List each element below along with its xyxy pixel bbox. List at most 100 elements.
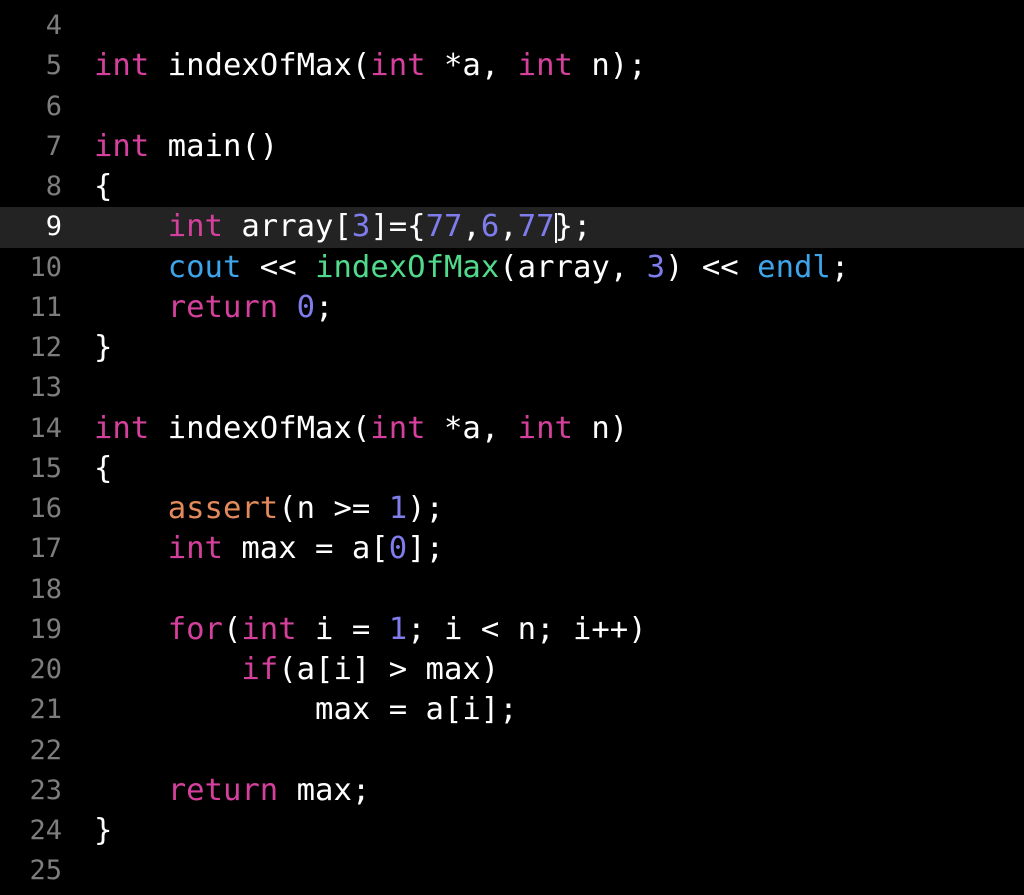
code-line[interactable]: 4	[0, 6, 1024, 46]
code-text: i =	[296, 611, 389, 647]
line-number: 16	[29, 493, 62, 524]
code-text: indexOfMax(	[149, 410, 371, 446]
number-token: 3	[646, 249, 666, 285]
keyword-token: int	[167, 531, 223, 567]
line-number: 18	[29, 573, 62, 605]
system-identifier-token: endl	[757, 249, 831, 285]
code-text: ; i < n; i++)	[407, 611, 647, 647]
line-code[interactable]: int indexOfMax(int *a, int n)	[94, 409, 628, 449]
line-number: 17	[29, 533, 62, 565]
number-token: 0	[388, 531, 408, 567]
line-code[interactable]: }	[94, 811, 112, 851]
code-text: max = a[i];	[94, 692, 518, 728]
line-code[interactable]: if(a[i] > max)	[94, 650, 499, 690]
line-number: 4	[45, 10, 62, 41]
code-line[interactable]: 8{	[0, 167, 1024, 207]
macro-token: assert	[167, 491, 279, 526]
line-code[interactable]: {	[94, 449, 112, 489]
code-line[interactable]: 9 int array[3]={77,6,77};	[0, 207, 1024, 248]
keyword-token: return	[167, 772, 279, 808]
line-code[interactable]: int indexOfMax(int *a, int n);	[94, 46, 647, 86]
code-line[interactable]: 21 max = a[i];	[0, 690, 1024, 730]
code-line[interactable]: 18	[0, 570, 1024, 610]
line-number: 21	[29, 694, 62, 726]
code-text: indexOfMax(	[149, 48, 371, 84]
keyword-token: int	[517, 410, 573, 446]
keyword-token: int	[370, 410, 426, 446]
code-line[interactable]: 22	[0, 731, 1024, 771]
code-text: }	[94, 330, 113, 365]
function-call-token: indexOfMax	[315, 249, 500, 285]
line-code[interactable]: return max;	[94, 771, 371, 811]
code-line[interactable]: 20 if(a[i] > max)	[0, 650, 1024, 690]
code-line[interactable]: 16 assert(n >= 1);	[0, 489, 1024, 529]
keyword-token: int	[241, 611, 297, 647]
keyword-token: int	[167, 209, 223, 245]
code-editor[interactable]: 4 5 int indexOfMax(int *a, int n); 6 7 int ma…	[0, 6, 1024, 892]
system-identifier-token: cout	[167, 249, 242, 285]
code-line[interactable]: 13	[0, 368, 1024, 408]
code-text: ,	[499, 209, 518, 245]
keyword-token: int	[94, 410, 150, 446]
code-line[interactable]: 5 int indexOfMax(int *a, int n);	[0, 46, 1024, 86]
code-text: max = a[	[222, 531, 389, 567]
code-text: array[	[222, 209, 352, 245]
line-code[interactable]: for(int i = 1; i < n; i++)	[94, 610, 647, 650]
number-token: 6	[480, 209, 500, 245]
code-line[interactable]: 11 return 0;	[0, 288, 1024, 328]
line-number: 15	[29, 452, 62, 484]
code-line[interactable]: 6	[0, 87, 1024, 127]
code-text: {	[94, 169, 113, 204]
keyword-token: return	[167, 289, 279, 325]
code-text: <<	[241, 249, 316, 285]
code-text: ) <<	[665, 249, 758, 285]
code-text: (array,	[499, 249, 647, 285]
line-number: 12	[29, 332, 62, 363]
code-text: ,	[462, 209, 481, 245]
line-code[interactable]: int array[3]={77,6,77};	[94, 207, 592, 247]
code-line[interactable]: 19 for(int i = 1; i < n; i++)	[0, 610, 1024, 650]
line-number: 25	[29, 855, 62, 887]
number-token: 1	[388, 611, 408, 647]
line-code[interactable]: cout << indexOfMax(array, 3) << endl;	[94, 248, 850, 288]
keyword-token: int	[94, 128, 150, 164]
code-text: };	[554, 209, 592, 245]
code-line[interactable]: 7 int main()	[0, 127, 1024, 167]
number-token: 77	[425, 209, 463, 245]
code-line[interactable]: 12}	[0, 328, 1024, 368]
line-number: 14	[29, 412, 62, 444]
code-text: n);	[572, 48, 647, 84]
line-number: 19	[29, 613, 62, 645]
line-code[interactable]: int main()	[94, 127, 278, 167]
line-code[interactable]: max = a[i];	[94, 690, 518, 730]
code-text: {	[94, 450, 113, 486]
code-line[interactable]: 23 return max;	[0, 771, 1024, 811]
code-text: max;	[278, 772, 371, 808]
line-code[interactable]: int max = a[0];	[94, 529, 444, 569]
code-line[interactable]: 14 int indexOfMax(int *a, int n)	[0, 409, 1024, 449]
code-line[interactable]: 10 cout << indexOfMax(array, 3) << endl;	[0, 248, 1024, 288]
code-text: ;	[830, 249, 850, 285]
line-code[interactable]: assert(n >= 1);	[94, 489, 444, 529]
line-number: 6	[45, 90, 62, 122]
code-line[interactable]: 25	[0, 851, 1024, 891]
line-code[interactable]: return 0;	[94, 288, 334, 328]
number-token: 77	[517, 209, 555, 245]
number-token: 0	[296, 289, 316, 325]
code-text: }	[94, 813, 113, 848]
line-code[interactable]: }	[94, 328, 112, 368]
code-line[interactable]: 17 int max = a[0];	[0, 529, 1024, 569]
number-token: 3	[351, 209, 371, 245]
line-number: 7	[45, 130, 62, 162]
line-number: 8	[45, 171, 62, 202]
code-line[interactable]: 15 {	[0, 449, 1024, 489]
line-code[interactable]: {	[94, 167, 112, 207]
code-line[interactable]: 24}	[0, 811, 1024, 851]
line-number: 24	[29, 815, 62, 846]
